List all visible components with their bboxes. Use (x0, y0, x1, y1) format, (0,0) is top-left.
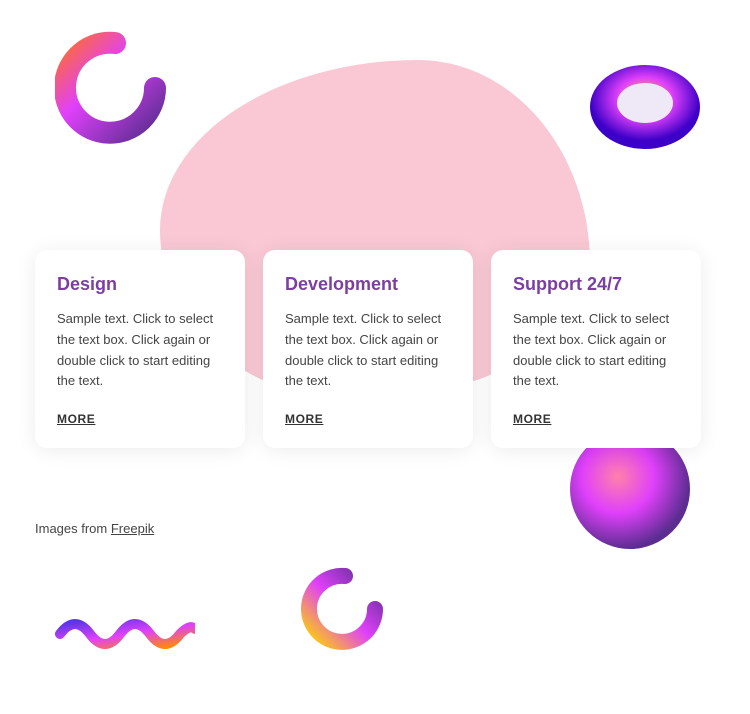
shape-c-bottom-icon (300, 564, 390, 654)
card-design-text: Sample text. Click to select the text bo… (57, 309, 223, 392)
shape-c-top-left-icon (55, 28, 175, 148)
card-design: Design Sample text. Click to select the … (35, 250, 245, 448)
freepik-link[interactable]: Freepik (111, 521, 154, 536)
shape-donut-top-right-icon (580, 55, 710, 165)
card-development-title: Development (285, 274, 451, 295)
card-design-title: Design (57, 274, 223, 295)
card-development: Development Sample text. Click to select… (263, 250, 473, 448)
footer-prefix: Images from (35, 521, 111, 536)
card-design-more-link[interactable]: MORE (57, 412, 95, 426)
footer-attribution: Images from Freepik (35, 521, 154, 536)
shape-wave-bottom-left-icon (55, 609, 195, 659)
card-support-more-link[interactable]: MORE (513, 412, 551, 426)
card-development-text: Sample text. Click to select the text bo… (285, 309, 451, 392)
card-support: Support 24/7 Sample text. Click to selec… (491, 250, 701, 448)
card-development-more-link[interactable]: MORE (285, 412, 323, 426)
card-support-text: Sample text. Click to select the text bo… (513, 309, 679, 392)
card-support-title: Support 24/7 (513, 274, 679, 295)
cards-container: Design Sample text. Click to select the … (35, 250, 701, 448)
